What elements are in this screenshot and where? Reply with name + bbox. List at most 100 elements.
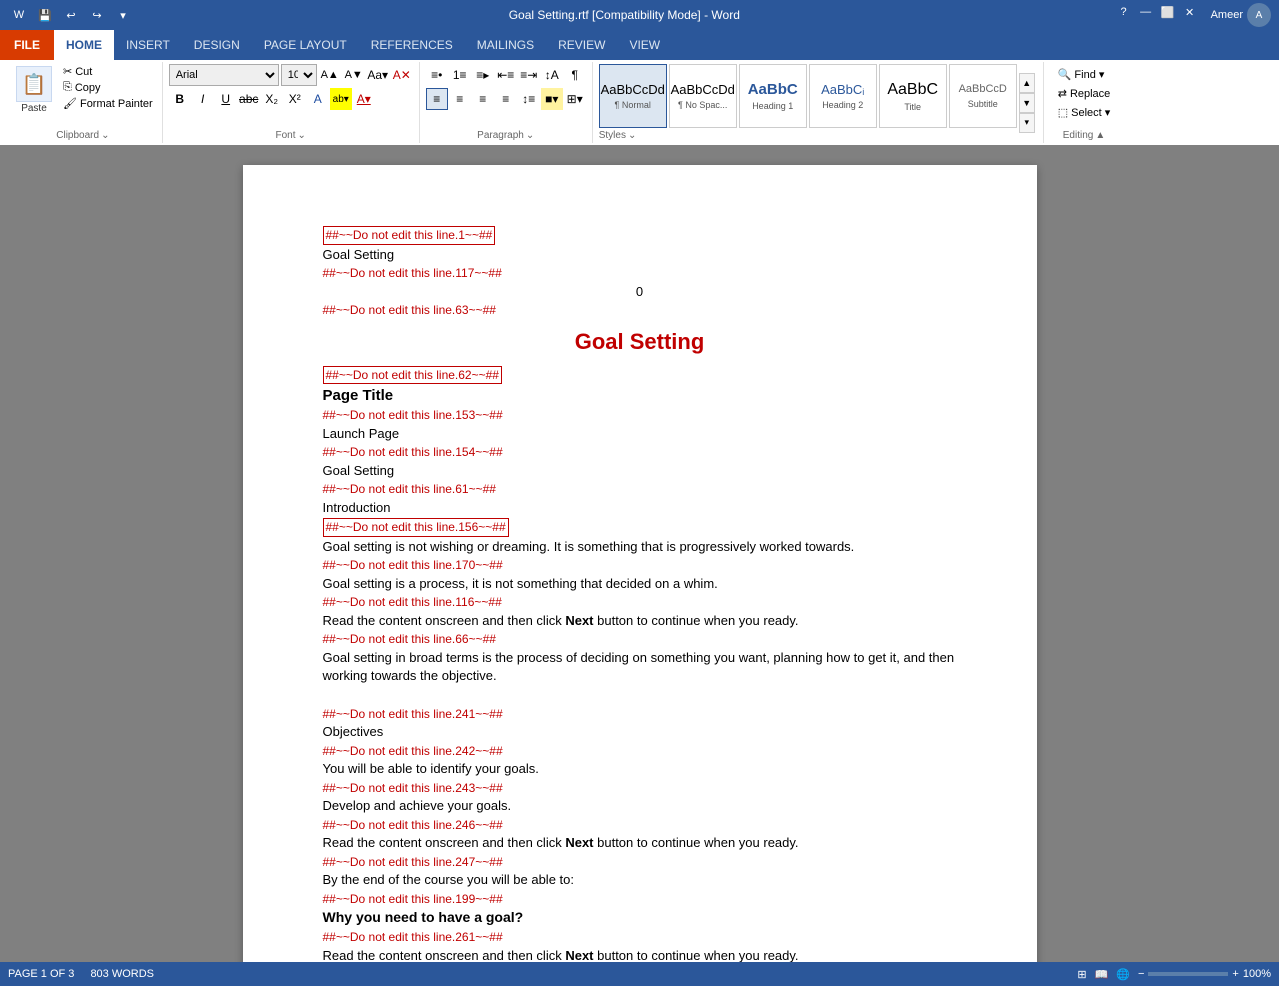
format-painter-button[interactable]: 🖌 Format Painter xyxy=(60,96,156,111)
bullets-button[interactable]: ≡• xyxy=(426,64,448,86)
line-spacing-button[interactable]: ↕≡ xyxy=(518,88,540,110)
tab-review[interactable]: REVIEW xyxy=(546,30,617,60)
line-32: ##~~Do not edit this line.247~~## xyxy=(323,854,957,871)
format-painter-label: Format Painter xyxy=(80,98,153,110)
customize-quick-access[interactable]: ▾ xyxy=(112,4,134,26)
italic-button[interactable]: I xyxy=(192,88,214,110)
find-dropdown-arrow[interactable]: ▾ xyxy=(1099,68,1105,81)
view-reader-icon[interactable]: 📖 xyxy=(1095,968,1109,981)
document-page[interactable]: ##~~Do not edit this line.1~~## Goal Set… xyxy=(243,165,1037,962)
zoom-in-button[interactable]: + xyxy=(1232,968,1238,980)
view-layout-icon[interactable]: ⊞ xyxy=(1077,968,1086,981)
superscript-button[interactable]: X² xyxy=(284,88,306,110)
justify-button[interactable]: ≡ xyxy=(495,88,517,110)
cut-button[interactable]: ✂ Cut xyxy=(60,64,156,79)
styles-scroll-buttons: ▲ ▼ ▾ xyxy=(1017,71,1037,135)
font-controls: Arial 10 A▲ A▼ Aa▾ A✕ B I U abc X₂ X² xyxy=(169,64,413,110)
font-name-select[interactable]: Arial xyxy=(169,64,279,86)
change-case-button[interactable]: Aa▾ xyxy=(367,64,389,86)
underline-button[interactable]: U xyxy=(215,88,237,110)
style-normal[interactable]: AaBbCcDd ¶ Normal xyxy=(599,64,667,128)
zoom-slider[interactable] xyxy=(1148,972,1228,976)
tab-file[interactable]: FILE xyxy=(0,30,54,60)
sort-button[interactable]: ↕A xyxy=(541,64,563,86)
boxed-tag-2: ##~~Do not edit this line.62~~## xyxy=(323,366,502,385)
clipboard-group-label: Clipboard ⌄ xyxy=(56,130,109,141)
title-bar: W 💾 ↩ ↪ ▾ Goal Setting.rtf [Compatibilit… xyxy=(0,0,1279,30)
align-right-button[interactable]: ≡ xyxy=(472,88,494,110)
clipboard-dialog-launcher[interactable]: ⌄ xyxy=(101,130,109,141)
zoom-out-button[interactable]: − xyxy=(1138,968,1144,980)
align-left-button[interactable]: ≡ xyxy=(426,88,448,110)
style-heading2[interactable]: AaBbCᵢ Heading 2 xyxy=(809,64,877,128)
tab-mailings[interactable]: MAILINGS xyxy=(465,30,546,60)
styles-more[interactable]: ▾ xyxy=(1019,113,1035,133)
text-highlight-button[interactable]: ab▾ xyxy=(330,88,352,110)
decrease-indent-button[interactable]: ⇤≡ xyxy=(495,64,517,86)
tab-insert[interactable]: INSERT xyxy=(114,30,182,60)
font-group-label: Font ⌄ xyxy=(276,130,306,141)
word-icon[interactable]: W xyxy=(8,4,30,26)
line-11: ##~~Do not edit this line.154~~## xyxy=(323,444,957,461)
styles-scroll-up[interactable]: ▲ xyxy=(1019,73,1035,93)
status-left: PAGE 1 OF 3 803 WORDS xyxy=(8,968,154,980)
font-color-button[interactable]: A▾ xyxy=(353,88,375,110)
tab-home[interactable]: HOME xyxy=(54,30,114,60)
font-size-select[interactable]: 10 xyxy=(281,64,317,86)
styles-label-text: Styles xyxy=(599,130,626,141)
paragraph-dialog-launcher[interactable]: ⌄ xyxy=(526,130,534,141)
replace-button[interactable]: ⇄ Replace xyxy=(1054,85,1115,102)
show-formatting-button[interactable]: ¶ xyxy=(564,64,586,86)
line-1: ##~~Do not edit this line.1~~## xyxy=(323,226,957,245)
help-button[interactable]: ? xyxy=(1115,3,1133,21)
increase-indent-button[interactable]: ≡⇥ xyxy=(518,64,540,86)
maximize-button[interactable]: ⬜ xyxy=(1159,3,1177,21)
view-web-icon[interactable]: 🌐 xyxy=(1116,968,1130,981)
minimize-button[interactable]: — xyxy=(1137,3,1155,21)
close-button[interactable]: ✕ xyxy=(1181,3,1199,21)
styles-dialog-launcher[interactable]: ⌄ xyxy=(628,130,636,141)
bold-button[interactable]: B xyxy=(169,88,191,110)
styles-scroll-down[interactable]: ▼ xyxy=(1019,93,1035,113)
editing-collapse[interactable]: ▲ xyxy=(1095,130,1105,141)
text-effects-button[interactable]: A xyxy=(307,88,329,110)
style-no-spacing[interactable]: AaBbCcDd ¶ No Spac... xyxy=(669,64,737,128)
decrease-font-button[interactable]: A▼ xyxy=(343,64,365,86)
font-dialog-launcher[interactable]: ⌄ xyxy=(298,130,306,141)
style-h1-label: Heading 1 xyxy=(752,101,793,111)
line-31: Read the content onscreen and then click… xyxy=(323,834,957,852)
align-center-button[interactable]: ≡ xyxy=(449,88,471,110)
user-avatar[interactable]: A xyxy=(1247,3,1271,27)
tab-view[interactable]: VIEW xyxy=(617,30,672,60)
clear-formatting-button[interactable]: A✕ xyxy=(391,64,413,86)
tab-design[interactable]: DESIGN xyxy=(182,30,252,60)
paste-button[interactable]: 📋 Paste xyxy=(10,64,58,116)
increase-font-button[interactable]: A▲ xyxy=(319,64,341,86)
tab-page-layout[interactable]: PAGE LAYOUT xyxy=(252,30,359,60)
tab-references[interactable]: REFERENCES xyxy=(359,30,465,60)
line-14: Introduction xyxy=(323,499,957,517)
numbering-button[interactable]: 1≡ xyxy=(449,64,471,86)
page-indicator: PAGE 1 OF 3 xyxy=(8,968,74,980)
select-button[interactable]: ⬚ Select ▾ xyxy=(1054,104,1115,121)
style-heading1[interactable]: AaBbC Heading 1 xyxy=(739,64,807,128)
style-subtitle[interactable]: AaBbCcD Subtitle xyxy=(949,64,1017,128)
save-button[interactable]: 💾 xyxy=(34,4,56,26)
strikethrough-button[interactable]: abc xyxy=(238,88,260,110)
redo-button[interactable]: ↪ xyxy=(86,4,108,26)
style-gallery: AaBbCcDd ¶ Normal AaBbCcDd ¶ No Spac... … xyxy=(599,64,1017,128)
undo-button[interactable]: ↩ xyxy=(60,4,82,26)
copy-button[interactable]: ⎘ Copy xyxy=(60,80,156,95)
shading-button[interactable]: ■▾ xyxy=(541,88,563,110)
line-4: 0 xyxy=(323,283,957,301)
line-13: ##~~Do not edit this line.61~~## xyxy=(323,481,957,498)
line-12: Goal Setting xyxy=(323,462,957,480)
find-button[interactable]: 🔍 Find ▾ xyxy=(1054,66,1115,83)
subscript-button[interactable]: X₂ xyxy=(261,88,283,110)
ribbon-tabs: FILE HOME INSERT DESIGN PAGE LAYOUT REFE… xyxy=(0,30,1279,60)
borders-button[interactable]: ⊞▾ xyxy=(564,88,586,110)
multilevel-list-button[interactable]: ≡▸ xyxy=(472,64,494,86)
line-3: ##~~Do not edit this line.117~~## xyxy=(323,265,957,282)
editing-group-label: Editing ▲ xyxy=(1063,130,1105,141)
style-title[interactable]: AaBbC Title xyxy=(879,64,947,128)
